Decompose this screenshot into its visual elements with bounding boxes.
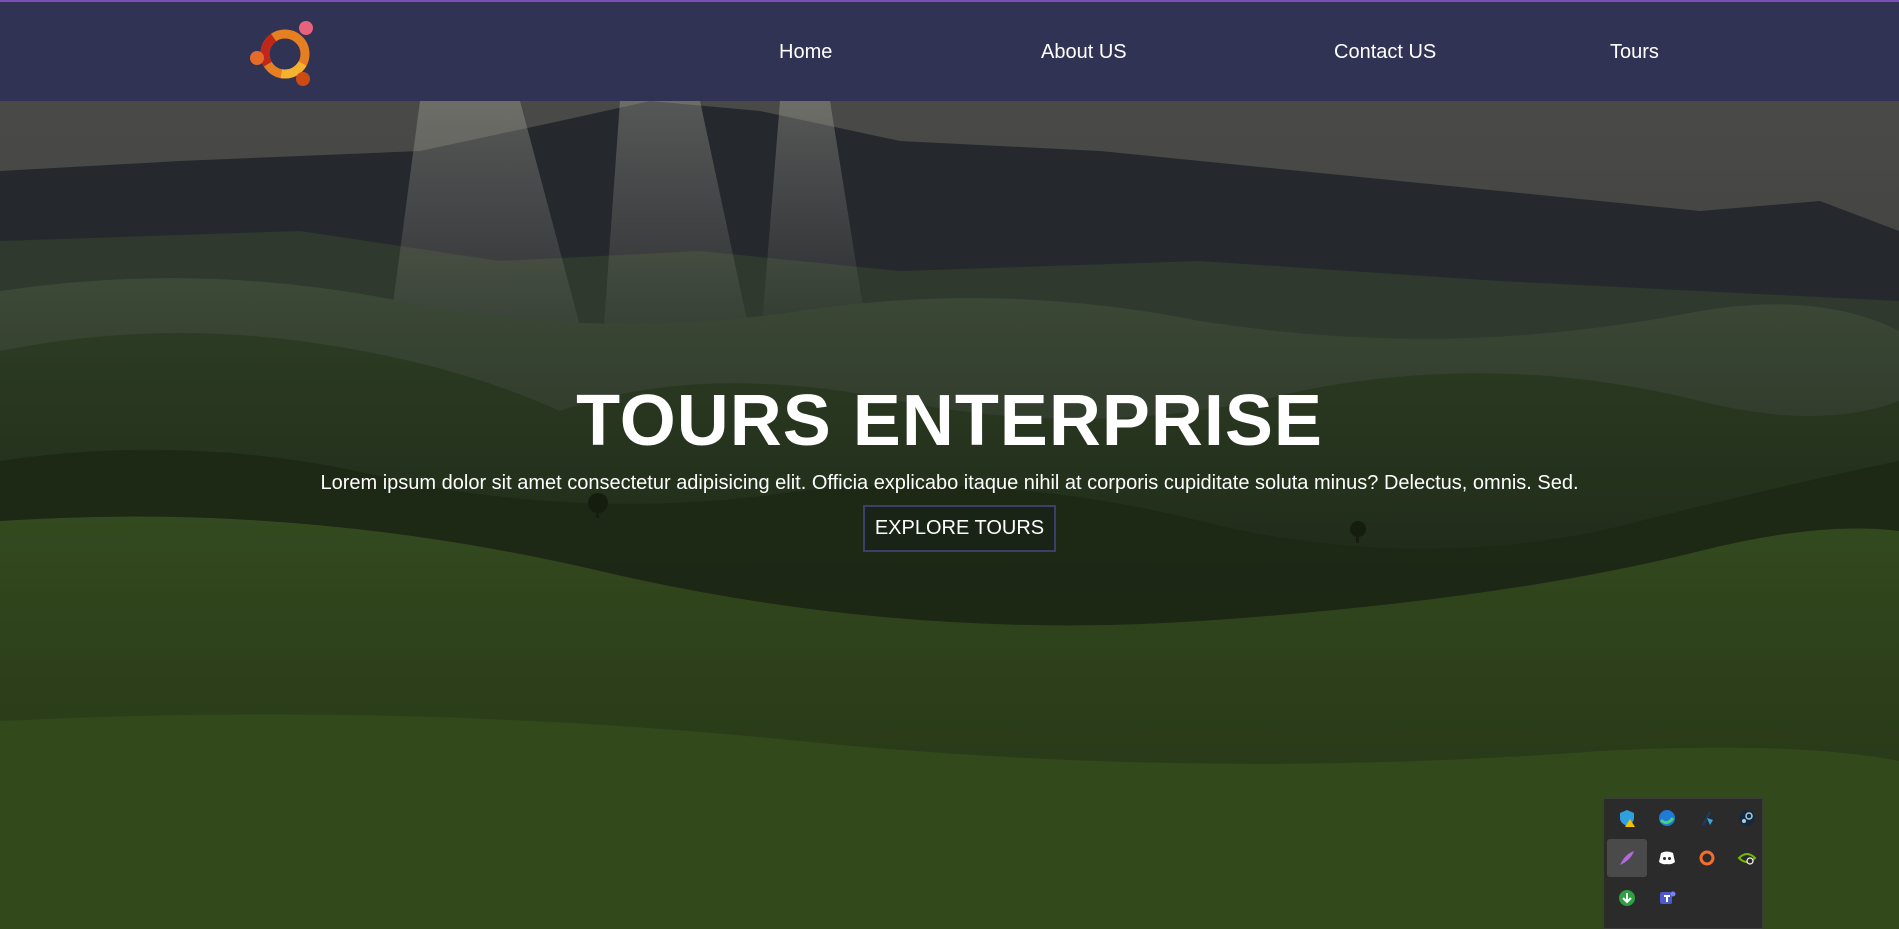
green-update-icon[interactable]: [1607, 879, 1647, 917]
ubuntu-logo-icon[interactable]: [248, 16, 322, 88]
explore-tours-button[interactable]: EXPLORE TOURS: [863, 505, 1056, 552]
hero-title: TOURS ENTERPRISE: [576, 381, 1323, 461]
steam-icon[interactable]: [1727, 799, 1767, 837]
discord-icon[interactable]: [1647, 839, 1687, 877]
defender-warning-icon[interactable]: [1607, 799, 1647, 837]
origin-icon[interactable]: [1687, 839, 1727, 877]
navbar: Home About US Contact US Tours: [0, 2, 1899, 101]
teams-icon[interactable]: [1647, 879, 1687, 917]
system-tray-overflow: [1603, 798, 1763, 929]
quill-feather-icon[interactable]: [1607, 839, 1647, 877]
hero-description: Lorem ipsum dolor sit amet consectetur a…: [320, 472, 1579, 494]
nvidia-icon[interactable]: [1727, 839, 1767, 877]
nav-tours[interactable]: Tours: [1610, 40, 1659, 64]
nav-about-us[interactable]: About US: [1041, 40, 1127, 64]
edge-icon[interactable]: [1647, 799, 1687, 837]
wacom-tablet-icon[interactable]: [1687, 799, 1727, 837]
nav-home[interactable]: Home: [779, 40, 832, 64]
nav-contact-us[interactable]: Contact US: [1334, 40, 1436, 64]
